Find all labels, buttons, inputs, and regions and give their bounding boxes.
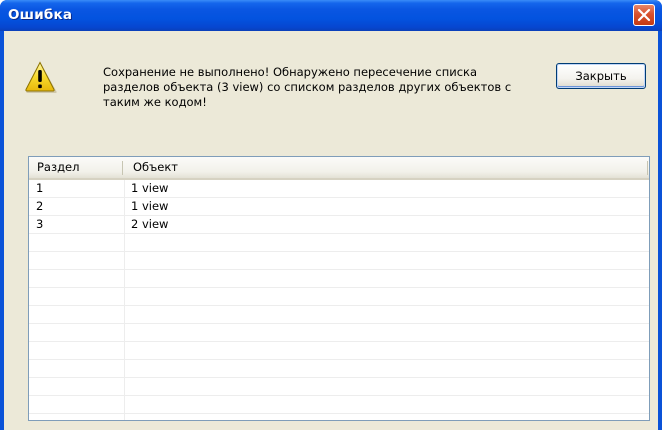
close-icon bbox=[637, 8, 651, 22]
table-row[interactable]: 1 1 view bbox=[29, 180, 649, 198]
table-row[interactable]: 3 2 view bbox=[29, 216, 649, 234]
empty-row bbox=[29, 378, 649, 396]
empty-row bbox=[29, 306, 649, 324]
column-separator[interactable] bbox=[647, 161, 648, 175]
window-close-button[interactable] bbox=[633, 4, 655, 26]
column-separator[interactable] bbox=[122, 161, 123, 175]
empty-row bbox=[29, 288, 649, 306]
warning-icon bbox=[25, 61, 57, 93]
table-row[interactable]: 2 1 view bbox=[29, 198, 649, 216]
list-header: Раздел Объект bbox=[29, 157, 649, 180]
empty-row bbox=[29, 324, 649, 342]
title-bar[interactable]: Ошибка bbox=[0, 0, 662, 31]
close-dialog-button[interactable]: Закрыть bbox=[556, 63, 646, 89]
error-dialog-window: Ошибка Сохранение не выполнено! Обнаруже… bbox=[0, 0, 662, 430]
empty-row bbox=[29, 396, 649, 414]
empty-row bbox=[29, 234, 649, 252]
cell-section: 2 bbox=[36, 199, 44, 213]
empty-row bbox=[29, 270, 649, 288]
conflict-list[interactable]: Раздел Объект 1 1 view 2 1 view 3 2 view bbox=[28, 156, 650, 421]
empty-row bbox=[29, 342, 649, 360]
cell-section: 3 bbox=[36, 217, 44, 231]
dialog-body: Сохранение не выполнено! Обнаружено пере… bbox=[4, 31, 658, 430]
list-rows: 1 1 view 2 1 view 3 2 view bbox=[29, 180, 649, 420]
window-title: Ошибка bbox=[8, 7, 73, 23]
cell-section: 1 bbox=[36, 181, 44, 195]
empty-row bbox=[29, 252, 649, 270]
cell-object: 1 view bbox=[131, 199, 169, 213]
empty-row bbox=[29, 360, 649, 378]
column-header-object[interactable]: Объект bbox=[133, 157, 178, 178]
error-message: Сохранение не выполнено! Обнаружено пере… bbox=[103, 65, 512, 109]
column-divider bbox=[124, 180, 125, 420]
cell-object: 1 view bbox=[131, 181, 169, 195]
cell-object: 2 view bbox=[131, 217, 169, 231]
column-header-section[interactable]: Раздел bbox=[37, 157, 79, 178]
